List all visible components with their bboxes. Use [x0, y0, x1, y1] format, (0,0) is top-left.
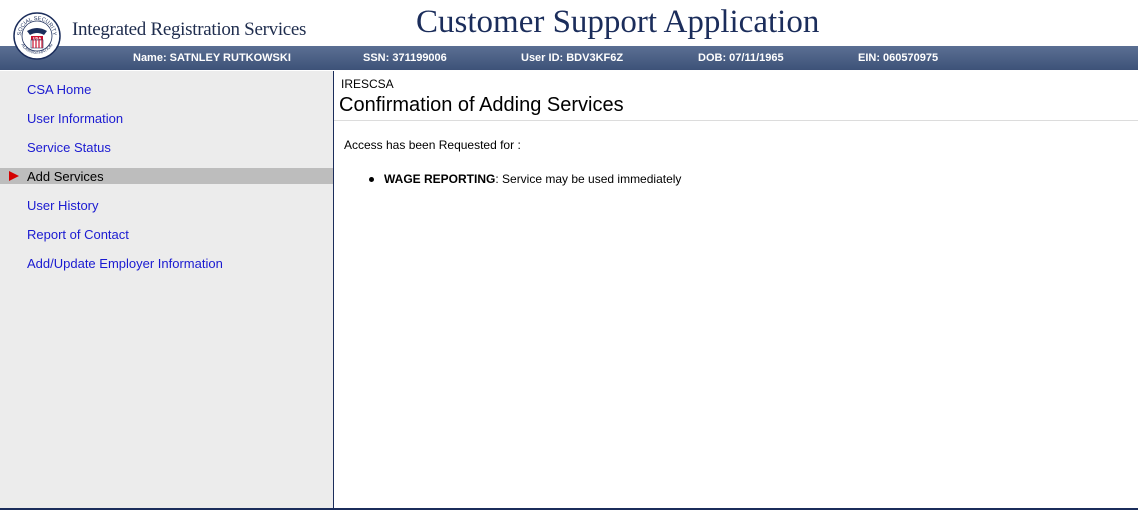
sidebar-item-label: User Information: [27, 111, 124, 126]
app-title: Customer Support Application: [416, 4, 820, 40]
user-dob: DOB: 07/11/1965: [698, 52, 784, 64]
sidebar-item-user-information[interactable]: User Information: [0, 110, 333, 126]
bullet-icon: [369, 177, 374, 182]
current-page-arrow-icon: [9, 171, 19, 181]
sidebar-item-user-history[interactable]: User History: [0, 197, 333, 213]
user-info-bar: Name: SATNLEY RUTKOWSKI SSN: 371199006 U…: [0, 46, 1138, 70]
sidebar-item-csa-home[interactable]: CSA Home: [0, 81, 333, 97]
page-code: IRESCSA: [341, 77, 394, 91]
sidebar-item-label: Add Services: [27, 169, 104, 184]
user-ein: EIN: 060570975: [858, 52, 939, 64]
sidebar-nav: CSA Home User Information Service Status…: [0, 71, 334, 508]
page-title: Confirmation of Adding Services: [339, 94, 624, 116]
service-name: WAGE REPORTING: [384, 172, 496, 186]
user-id: User ID: BDV3KF6Z: [521, 52, 624, 64]
service-status: : Service may be used immediately: [495, 172, 682, 186]
sidebar-item-service-status[interactable]: Service Status: [0, 139, 333, 155]
user-name: Name: SATNLEY RUTKOWSKI: [133, 52, 291, 64]
page-header: SOCIAL SECURITY ADMINISTRATION USA Integ…: [0, 0, 1138, 60]
user-ssn: SSN: 371199006: [363, 52, 447, 64]
requested-services-list: WAGE REPORTING: Service may be used imme…: [368, 172, 681, 186]
list-item: WAGE REPORTING: Service may be used imme…: [368, 172, 681, 186]
ssa-seal-icon: SOCIAL SECURITY ADMINISTRATION USA: [13, 12, 61, 60]
sidebar-item-label: Service Status: [27, 140, 111, 155]
heading-divider: [334, 120, 1138, 121]
sidebar-item-add-services[interactable]: Add Services: [0, 168, 333, 184]
sidebar-item-report-of-contact[interactable]: Report of Contact: [0, 226, 333, 242]
sidebar-item-label: Add/Update Employer Information: [27, 256, 223, 271]
sidebar-item-label: User History: [27, 198, 99, 213]
main-content: IRESCSA Confirmation of Adding Services …: [334, 71, 1138, 508]
sidebar-item-add-update-employer[interactable]: Add/Update Employer Information: [0, 255, 333, 271]
sidebar-item-label: CSA Home: [27, 82, 92, 97]
sidebar-item-label: Report of Contact: [27, 227, 129, 242]
org-title: Integrated Registration Services: [72, 19, 307, 40]
access-requested-text: Access has been Requested for :: [344, 138, 521, 152]
